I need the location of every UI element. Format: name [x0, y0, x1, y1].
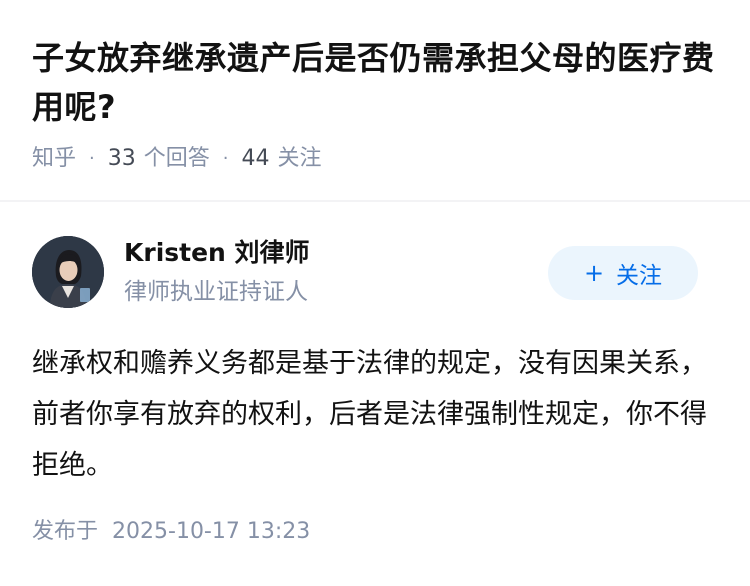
question-meta: 知乎 · 33 个回答 · 44 关注: [32, 144, 322, 174]
follower-count-link[interactable]: 44 关注: [242, 144, 322, 174]
meta-separator: ·: [222, 148, 229, 169]
person-portrait-icon: [32, 236, 104, 308]
published-time: 2025-10-17 13:23: [112, 519, 311, 544]
answer-count-link[interactable]: 33 个回答: [108, 144, 210, 174]
answer-count-label: 个回答: [143, 146, 210, 171]
section-divider: [0, 200, 750, 202]
answer-content: 继承权和赡养义务都是基于法律的规定，没有因果关系，前者你享有放弃的权利，后者是法…: [32, 348, 707, 481]
question-header: 子女放弃继承遗产后是否仍需承担父母的医疗费用呢?: [32, 34, 722, 132]
avatar[interactable]: [32, 236, 104, 308]
author-name[interactable]: Kristen 刘律师: [124, 236, 310, 270]
question-title[interactable]: 子女放弃继承遗产后是否仍需承担父母的医疗费用呢?: [32, 34, 722, 132]
meta-separator: ·: [89, 148, 95, 169]
follower-count: 44: [241, 146, 270, 171]
author-bio: 律师执业证持证人: [124, 279, 308, 305]
follow-button-label: 关注: [616, 263, 663, 289]
source-label[interactable]: 知乎: [32, 144, 76, 174]
plus-icon: +: [583, 259, 605, 287]
follower-count-label: 关注: [277, 146, 322, 171]
publish-info: 发布于 2025-10-17 13:23: [32, 516, 310, 548]
author-card: Kristen 刘律师 律师执业证持证人 + 关注: [32, 236, 718, 308]
published-label: 发布于: [32, 519, 99, 544]
follow-button[interactable]: + 关注: [548, 246, 698, 300]
answer-count: 33: [107, 146, 136, 171]
